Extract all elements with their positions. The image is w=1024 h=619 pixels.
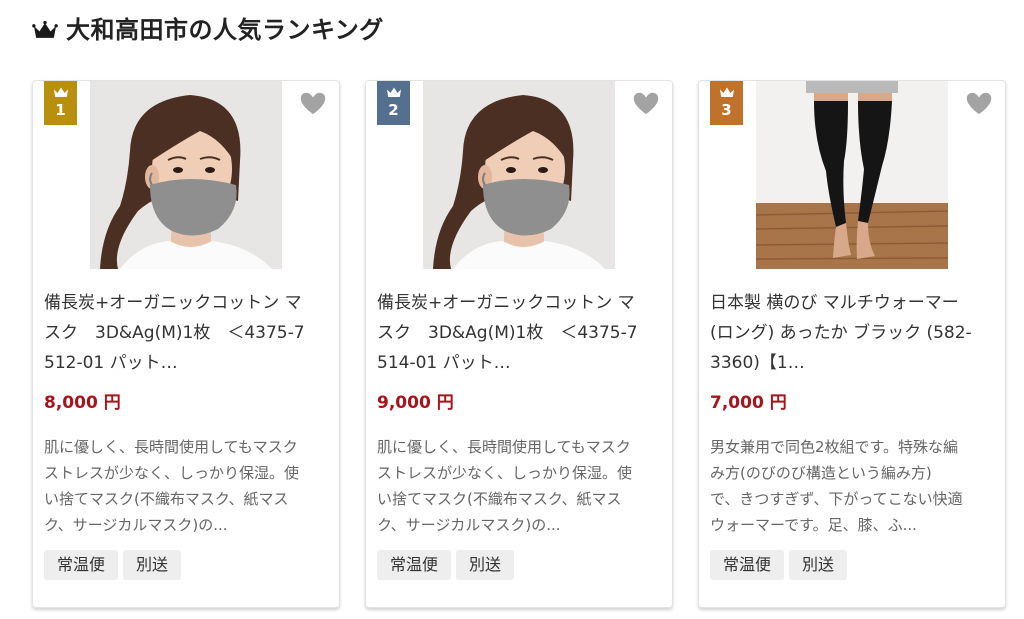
rank-badge: 2 [377, 81, 410, 125]
heart-icon [965, 91, 993, 116]
product-price: 8,000 円 [44, 393, 121, 413]
rank-number: 2 [388, 101, 399, 119]
rank-badge: 3 [710, 81, 743, 125]
product-title-line[interactable]: (ロング) あったか ブラック (582- [710, 318, 1000, 348]
product-card[interactable]: 1 備長炭+オーガニックコットン マ スク 3D&Ag(M)1枚 ＜4375-7… [32, 80, 340, 608]
product-card[interactable]: 2 備長炭+オーガニックコットン マ スク 3D&Ag(M)1枚 ＜4375-7… [365, 80, 673, 608]
crown-icon [386, 87, 401, 97]
product-price: 7,000 円 [710, 393, 787, 413]
product-card[interactable]: 3 日本製 横のび マルチウォーマー (ロング) あったか ブラック (582-… [698, 80, 1006, 608]
rank-number: 1 [55, 101, 66, 119]
product-image[interactable] [423, 81, 615, 269]
crown-icon [719, 87, 734, 97]
rank-badge: 1 [44, 81, 77, 125]
product-title-line[interactable]: 514-01 パット… [377, 348, 667, 378]
shipping-tags: 常温便 別送 [710, 550, 848, 580]
shipping-tags: 常温便 別送 [44, 550, 182, 580]
product-description-line: で、きつすぎず、下がってこない快適 [710, 490, 963, 508]
product-description-line: ストレスが少なく、しっかり保湿。使 [377, 464, 633, 482]
product-title-line[interactable]: 備長炭+オーガニックコットン マ [377, 288, 667, 318]
product-title[interactable]: 備長炭+オーガニックコットン マ スク 3D&Ag(M)1枚 ＜4375-7 5… [377, 288, 667, 378]
product-description-line: ウォーマーです。足、膝、ふ... [710, 516, 917, 534]
product-description-line: い捨てマスク(不織布マスク、紙マス [44, 490, 289, 508]
product-image[interactable] [90, 81, 282, 269]
mask-product-photo [90, 81, 282, 269]
ranking-header: 大和高田市の人気ランキング [32, 14, 384, 46]
tag-room-temperature: 常温便 [710, 550, 785, 580]
product-title-line[interactable]: 日本製 横のび マルチウォーマー [710, 288, 1000, 318]
heart-icon [299, 91, 327, 116]
product-description: 肌に優しく、長時間使用してもマスク ストレスが少なく、しっかり保湿。使 い捨てマ… [44, 434, 334, 538]
crown-icon [53, 87, 68, 97]
photo-wood-floor [756, 203, 948, 269]
product-description: 男女兼用で同色2枚組です。特殊な編 み方(のびのび構造という編み方) で、きつす… [710, 434, 1000, 538]
product-description-line: み方(のびのび構造という編み方) [710, 464, 932, 482]
product-title-line[interactable]: 備長炭+オーガニックコットン マ [44, 288, 334, 318]
product-title[interactable]: 備長炭+オーガニックコットン マ スク 3D&Ag(M)1枚 ＜4375-7 5… [44, 288, 334, 378]
product-description-line: ク、サージカルマスク)の... [377, 516, 561, 534]
product-description-line: 男女兼用で同色2枚組です。特殊な編 [710, 438, 959, 456]
shipping-tags: 常温便 別送 [377, 550, 515, 580]
favorite-button[interactable] [964, 90, 994, 117]
product-price: 9,000 円 [377, 393, 454, 413]
product-description-line: 肌に優しく、長時間使用してもマスク [377, 438, 631, 456]
favorite-button[interactable] [631, 90, 661, 117]
tag-separate-shipping: 別送 [123, 550, 182, 580]
page-title: 大和高田市の人気ランキング [66, 16, 384, 44]
tag-room-temperature: 常温便 [377, 550, 452, 580]
product-title-line[interactable]: 3360)【1… [710, 348, 1000, 378]
tag-separate-shipping: 別送 [789, 550, 848, 580]
product-title-line[interactable]: スク 3D&Ag(M)1枚 ＜4375-7 [44, 318, 334, 348]
heart-icon [632, 91, 660, 116]
product-title-line[interactable]: スク 3D&Ag(M)1枚 ＜4375-7 [377, 318, 667, 348]
product-description-line: ク、サージカルマスク)の... [44, 516, 228, 534]
crown-icon [32, 20, 58, 38]
product-description-line: 肌に優しく、長時間使用してもマスク [44, 438, 298, 456]
product-description-line: ストレスが少なく、しっかり保湿。使 [44, 464, 300, 482]
mask-product-photo [423, 81, 615, 269]
favorite-button[interactable] [298, 90, 328, 117]
tag-separate-shipping: 別送 [456, 550, 515, 580]
leg-warmer-product-photo [756, 81, 948, 269]
product-title-line[interactable]: 512-01 パット… [44, 348, 334, 378]
product-description-line: い捨てマスク(不織布マスク、紙マス [377, 490, 622, 508]
product-title[interactable]: 日本製 横のび マルチウォーマー (ロング) あったか ブラック (582- 3… [710, 288, 1000, 378]
product-image[interactable] [756, 81, 948, 269]
rank-number: 3 [721, 101, 732, 119]
product-description: 肌に優しく、長時間使用してもマスク ストレスが少なく、しっかり保湿。使 い捨てマ… [377, 434, 667, 538]
tag-room-temperature: 常温便 [44, 550, 119, 580]
